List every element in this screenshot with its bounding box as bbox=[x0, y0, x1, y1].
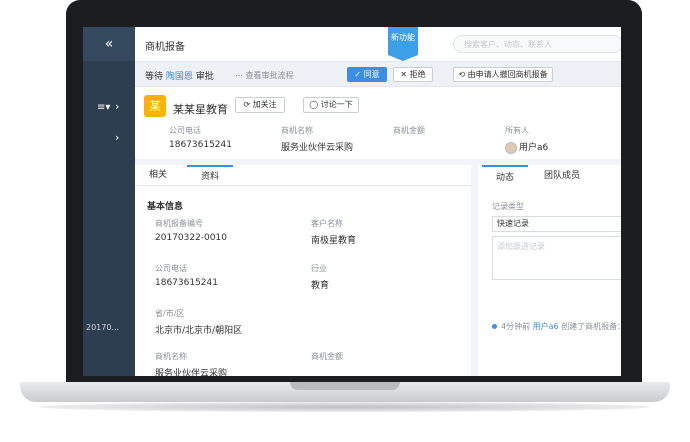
flow-icon: ⋯ bbox=[235, 71, 246, 80]
app-screen: « ≡▾ › › 20170... 商机报备 新功能 搜索客户、动态、联系人 等… bbox=[83, 27, 621, 376]
field-label: 客户名称 bbox=[311, 219, 343, 228]
tab-profile[interactable]: 资料 bbox=[187, 165, 233, 185]
field-value: 18673615241 bbox=[155, 278, 218, 288]
section-title: 基本信息 bbox=[147, 202, 184, 212]
field-label: 商机金额 bbox=[311, 352, 343, 361]
approval-suffix: 审批 bbox=[195, 72, 214, 82]
sidebar: « ≡▾ › › 20170... bbox=[83, 27, 135, 376]
approval-status: 等待 陶国恩 审批 bbox=[145, 69, 214, 82]
menu-list-icon[interactable]: ≡▾ bbox=[97, 102, 110, 113]
tab-activity[interactable]: 动态 bbox=[482, 165, 528, 187]
field-value: 服务业伙伴云采购 bbox=[155, 369, 228, 376]
field-label: 商机名称 bbox=[281, 126, 313, 135]
log-action: 创建了商机报备：2 bbox=[561, 322, 621, 331]
agree-button[interactable]: ✓ 同意 bbox=[347, 67, 387, 82]
activity-log-item: 4分钟前 用户a6 创建了商机报备：2 bbox=[492, 321, 621, 332]
field-label: 省/市/区 bbox=[155, 309, 185, 318]
approver-link[interactable]: 陶国恩 bbox=[166, 72, 193, 82]
search-input[interactable]: 搜索客户、动态、联系人 bbox=[453, 35, 621, 53]
field-label: 商机金额 bbox=[393, 126, 425, 135]
chat-icon: ◯ bbox=[309, 100, 321, 109]
collapse-sidebar-icon[interactable]: « bbox=[83, 27, 135, 61]
field-value: 18673615241 bbox=[169, 140, 232, 150]
record-header-card: 某 某某星教育 ⟳ 加关注 ◯ 讨论一下 公司电话 18673615241 商机… bbox=[135, 87, 621, 159]
owner-field[interactable]: 用户a6 bbox=[505, 140, 548, 154]
laptop-notch bbox=[290, 382, 400, 390]
laptop-shadow bbox=[40, 402, 650, 412]
log-user-link[interactable]: 用户a6 bbox=[533, 322, 559, 331]
chevron-right-icon[interactable]: › bbox=[115, 100, 119, 113]
reject-button[interactable]: ✕ 拒绝 bbox=[393, 67, 433, 82]
detail-tabs: 相关 资料 bbox=[135, 165, 471, 186]
field-value: 北京市/北京市/朝阳区 bbox=[155, 326, 243, 336]
approval-prefix: 等待 bbox=[145, 72, 164, 82]
timeline-dot bbox=[492, 324, 497, 329]
view-flow-link[interactable]: ⋯ 查看审批流程 bbox=[235, 70, 294, 81]
tab-team[interactable]: 团队成员 bbox=[534, 165, 590, 187]
field-label: 商机报备编号 bbox=[155, 219, 203, 228]
discuss-label: 讨论一下 bbox=[320, 100, 353, 109]
top-bar: 商机报备 新功能 搜索客户、动态、联系人 bbox=[135, 27, 621, 62]
approval-bar: 等待 陶国恩 审批 ⋯ 查看审批流程 ✓ 同意 ✕ 拒绝 ⟲ 由申请人撤回商机报… bbox=[135, 62, 621, 87]
refresh-icon: ⟳ bbox=[243, 100, 253, 109]
field-value: 南极星教育 bbox=[311, 236, 357, 246]
tab-related[interactable]: 相关 bbox=[135, 165, 181, 185]
owner-name: 用户a6 bbox=[519, 143, 549, 153]
record-type-select[interactable]: 快速记录 bbox=[492, 216, 621, 232]
record-type-label: 记录类型 bbox=[492, 202, 524, 211]
follow-up-textarea[interactable]: 添加跟进记录 bbox=[492, 236, 621, 280]
recall-button[interactable]: ⟲ 由申请人撤回商机报备 bbox=[453, 67, 553, 82]
discuss-button[interactable]: ◯ 讨论一下 bbox=[303, 97, 359, 113]
field-label: 所有人 bbox=[505, 126, 529, 135]
field-value: 教育 bbox=[311, 281, 330, 291]
detail-panel: 相关 资料 基本信息 商机报备编号 20170322-0010 客户名称 南极星… bbox=[135, 165, 471, 376]
page-title: 商机报备 bbox=[145, 42, 185, 53]
avatar bbox=[505, 141, 517, 154]
field-label: 商机名称 bbox=[155, 352, 187, 361]
new-feature-badge[interactable]: 新功能 bbox=[388, 27, 418, 61]
company-logo: 某 bbox=[144, 95, 166, 117]
field-label: 公司电话 bbox=[169, 126, 201, 135]
sidebar-date-text: 20170... bbox=[86, 323, 120, 332]
field-label: 行业 bbox=[311, 264, 327, 273]
chevron-right-icon[interactable]: › bbox=[115, 131, 119, 144]
view-flow-label: 查看审批流程 bbox=[245, 71, 294, 80]
field-label: 公司电话 bbox=[155, 264, 187, 273]
field-value: 服务业伙伴云采购 bbox=[281, 143, 354, 153]
follow-button[interactable]: ⟳ 加关注 bbox=[235, 97, 285, 113]
activity-panel: 动态 团队成员 记录类型 快速记录 添加跟进记录 4分钟前 用户a6 创建了商机… bbox=[478, 165, 621, 376]
company-name: 某某星教育 bbox=[173, 103, 228, 116]
log-time: 4分钟前 bbox=[501, 322, 531, 331]
field-value: 20170322-0010 bbox=[155, 233, 227, 243]
follow-label: 加关注 bbox=[252, 100, 277, 109]
